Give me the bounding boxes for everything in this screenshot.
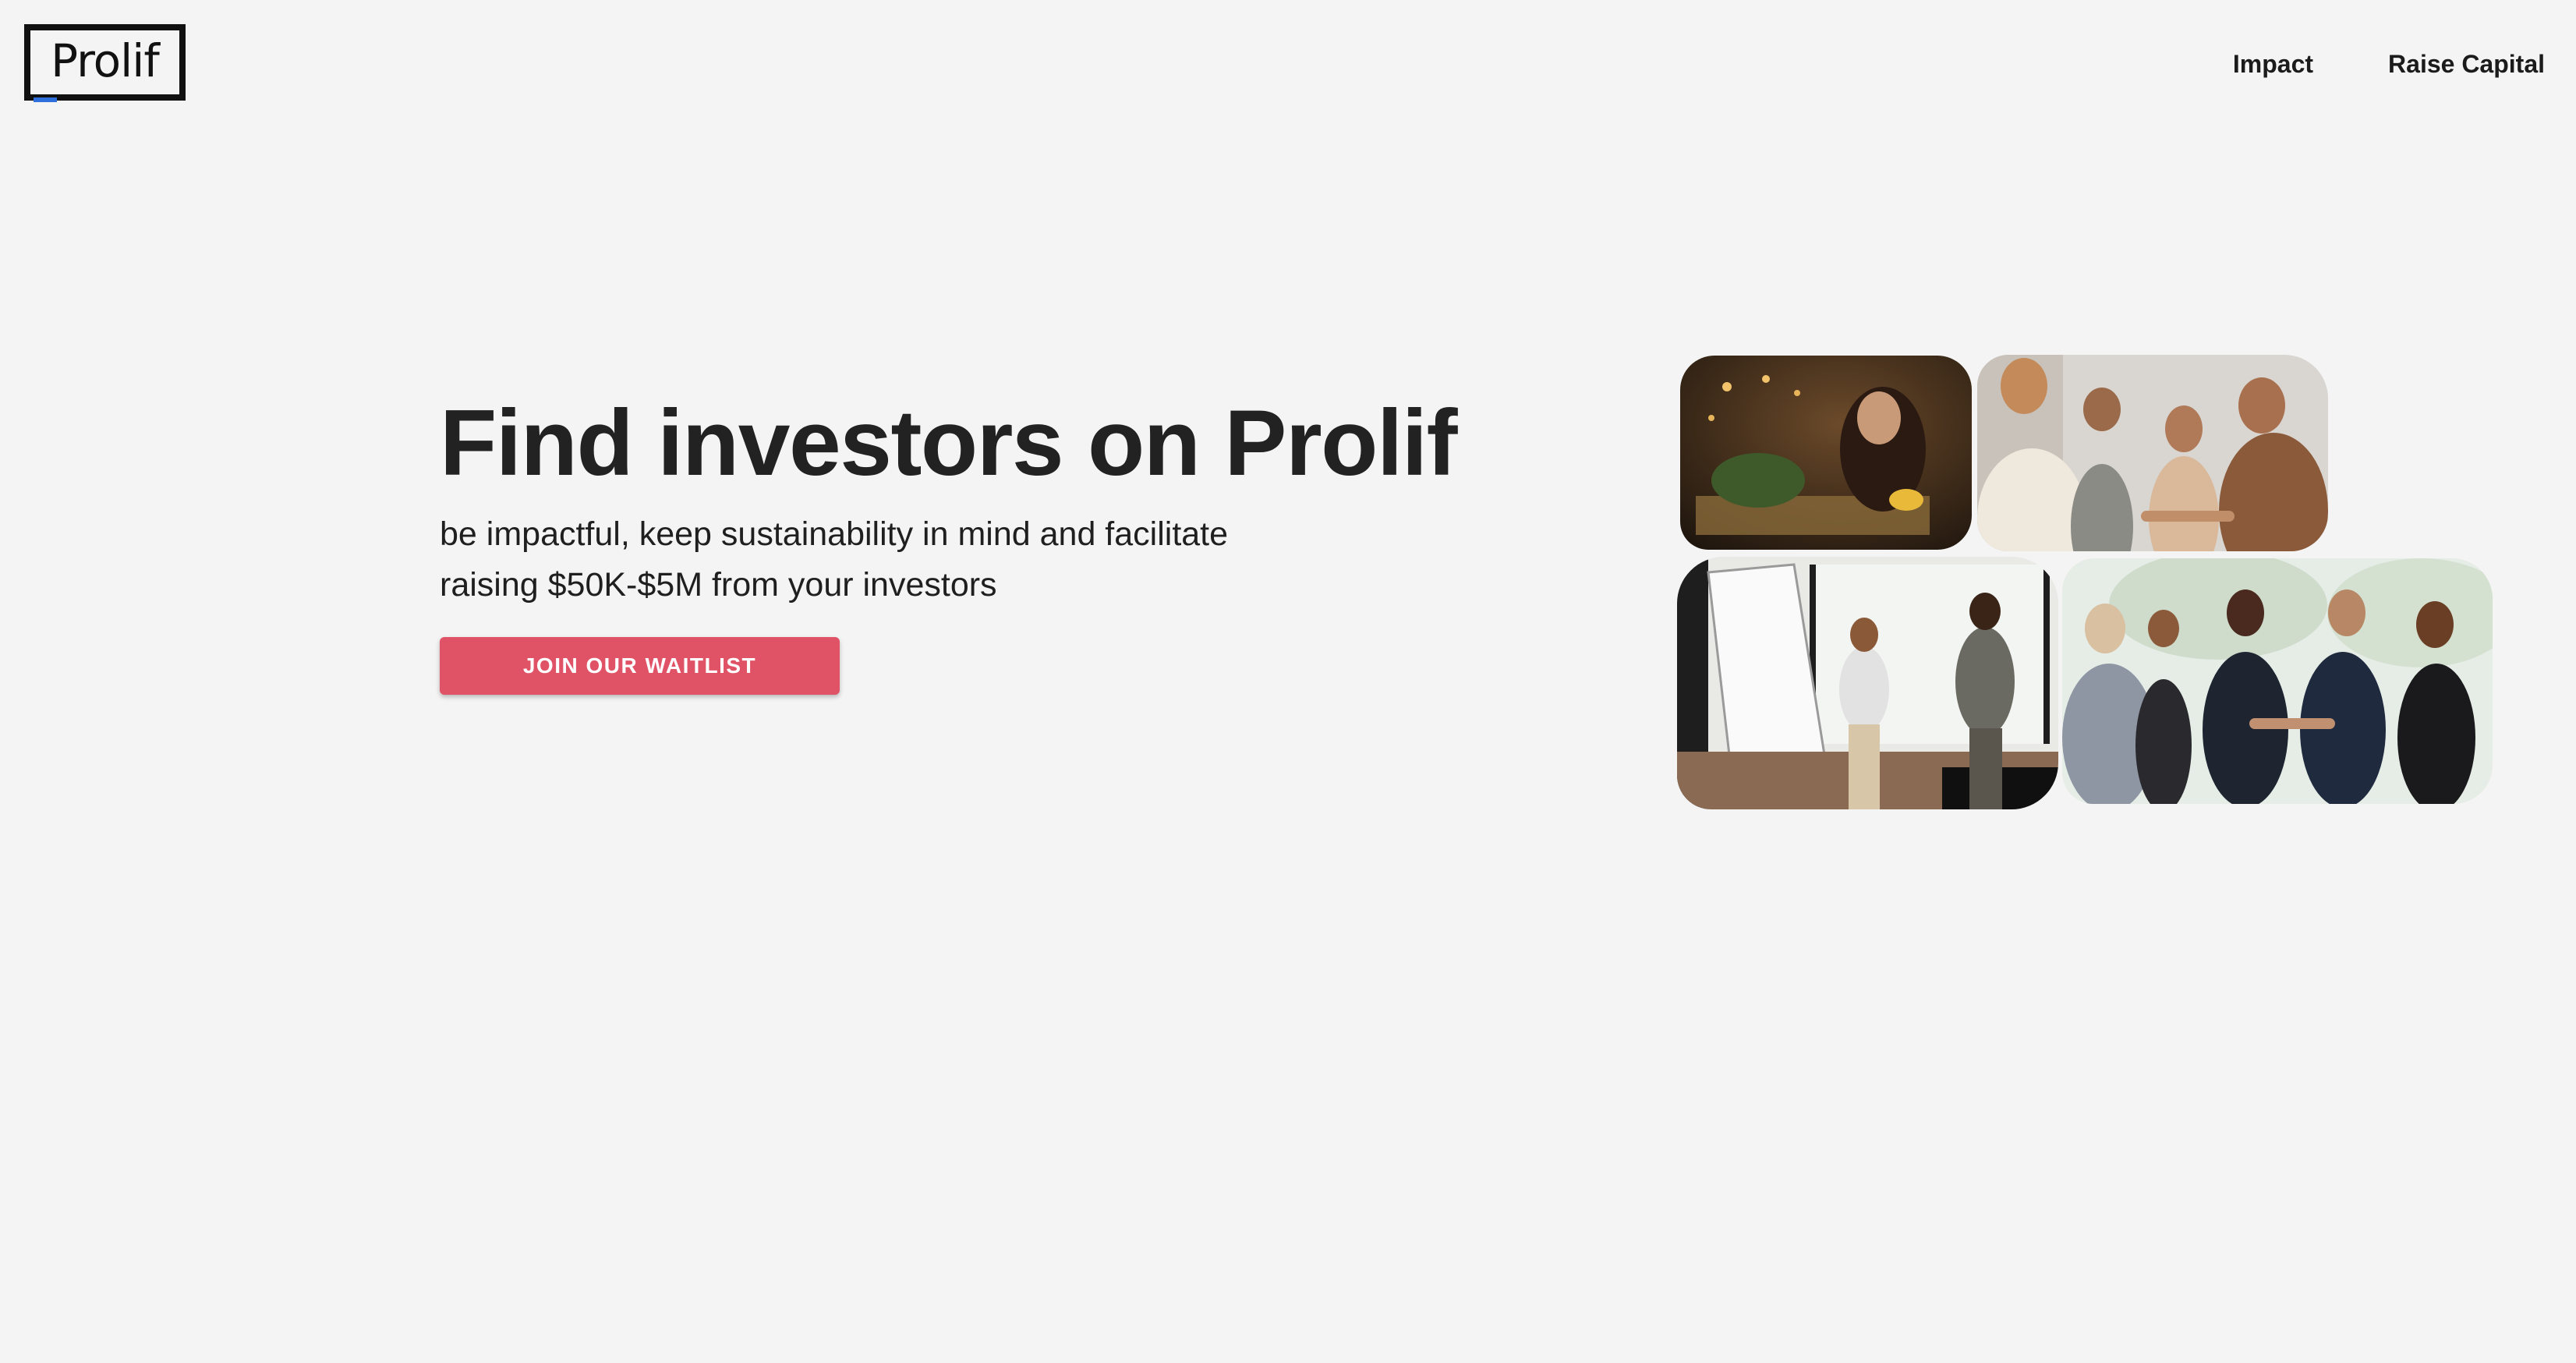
photo-whiteboard-presentation-image <box>1677 557 2058 809</box>
logo-text: Prolif <box>51 34 160 87</box>
photo-team-handshake <box>1977 355 2328 551</box>
nav-link-impact[interactable]: Impact <box>2233 50 2313 79</box>
logo[interactable]: Prolif <box>24 24 186 102</box>
photo-woman-dining <box>1680 356 1972 550</box>
join-waitlist-button[interactable]: JOIN OUR WAITLIST <box>440 637 840 695</box>
hero-section: Find investors on Prolif be impactful, k… <box>440 391 1458 695</box>
photo-woman-dining-image <box>1680 356 1972 550</box>
hero-subtitle: be impactful, keep sustainability in min… <box>440 515 1229 604</box>
nav-link-raise-capital[interactable]: Raise Capital <box>2388 50 2545 79</box>
photo-business-handshake <box>2062 558 2493 804</box>
main-nav: Impact Raise Capital <box>2233 50 2545 79</box>
photo-team-handshake-image <box>1977 355 2328 551</box>
logo-accent-bar <box>34 97 57 102</box>
photo-whiteboard-presentation <box>1677 557 2058 809</box>
hero-title: Find investors on Prolif <box>440 391 1458 495</box>
photo-business-handshake-image <box>2062 558 2493 804</box>
